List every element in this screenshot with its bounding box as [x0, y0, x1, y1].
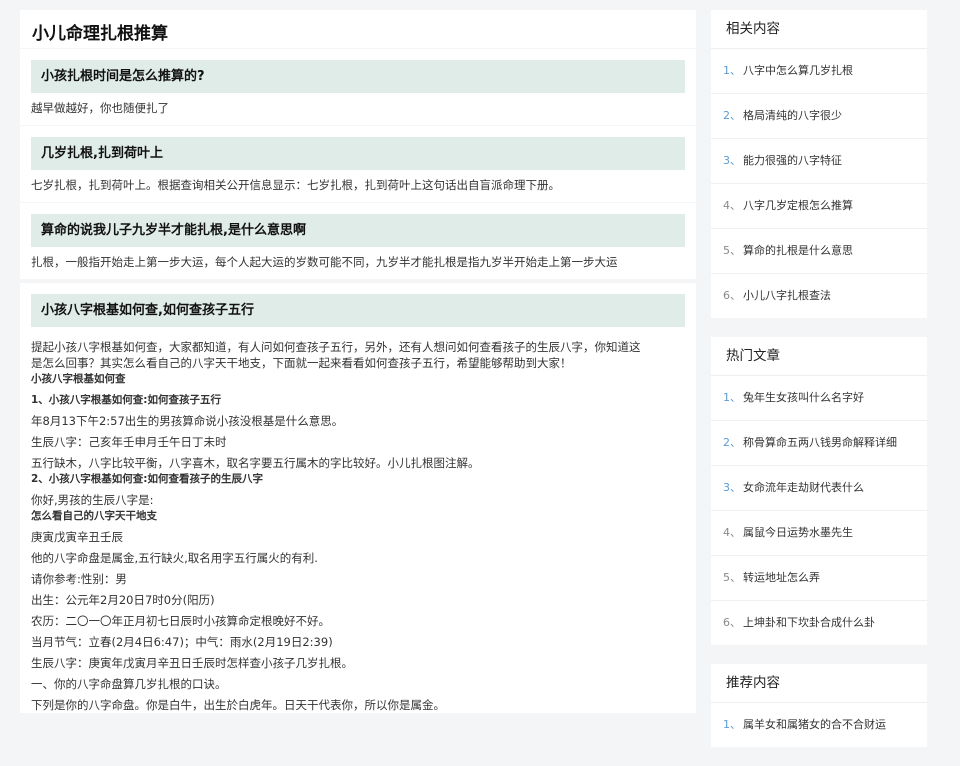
item-number: 1、	[723, 718, 741, 731]
article-heading[interactable]: 小孩八字根基如何查,如何查孩子五行	[31, 294, 685, 327]
article-paragraph: 他的八字命盘是属金,五行缺火,取名用字五行属火的有利.	[31, 551, 318, 565]
qa-block-3: 算命的说我儿子九岁半才能扎根,是什么意思啊 扎根，一般指开始走上第一步大运，每个…	[20, 203, 696, 279]
article-paragraph: 五行缺木，八字比较平衡，八字喜木，取名字要五行属木的字比较好。小儿扎根图注解。	[31, 456, 480, 470]
hot-item[interactable]: 2、 称骨算命五两八钱男命解释详细	[711, 421, 927, 466]
article-paragraph: 出生：公元年2月20日7时0分(阳历)	[31, 593, 215, 607]
item-label: 上坤卦和下坎卦合成什么卦	[743, 616, 875, 629]
qa-question[interactable]: 几岁扎根,扎到荷叶上	[31, 137, 685, 170]
related-content-card: 相关内容 1、 八字中怎么算几岁扎根 2、 格局清纯的八字很少 3、 能力很强的八字特…	[711, 10, 927, 318]
item-label: 小儿八字扎根查法	[743, 289, 831, 302]
related-item[interactable]: 2、 格局清纯的八字很少	[711, 94, 927, 139]
item-number: 6、	[723, 289, 741, 302]
related-item[interactable]: 4、 八字几岁定根怎么推算	[711, 184, 927, 229]
article-subheading: 怎么看自己的八字天干地支	[31, 510, 157, 522]
article-paragraph: 一、你的八字命盘算几岁扎根的口诀。	[31, 677, 227, 691]
article-paragraph: 下列是你的八字命盘。你是白牛，出生於白虎年。日天干代表你，所以你是属金。	[31, 698, 445, 712]
item-number: 5、	[723, 571, 741, 584]
related-item[interactable]: 3、 能力很强的八字特征	[711, 139, 927, 184]
related-item[interactable]: 1、 八字中怎么算几岁扎根	[711, 49, 927, 94]
article-intro: 提起小孩八字根基如何查，大家都知道，有人问如何查孩子五行，另外，还有人想问如何查…	[31, 340, 641, 354]
item-number: 3、	[723, 154, 741, 167]
sidebar: 相关内容 1、 八字中怎么算几岁扎根 2、 格局清纯的八字很少 3、 能力很强的八字特…	[711, 10, 927, 766]
item-number: 2、	[723, 436, 741, 449]
article-paragraph: 农历：二〇一〇年正月初七日辰时小孩算命定根晚好不好。	[31, 614, 330, 628]
hot-articles-title: 热门文章	[711, 337, 927, 376]
item-number: 2、	[723, 109, 741, 122]
item-number: 5、	[723, 244, 741, 257]
article-paragraph: 生辰八字：庚寅年戊寅月辛丑日壬辰时怎样查小孩子几岁扎根。	[31, 656, 353, 670]
item-label: 女命流年走劫财代表什么	[743, 481, 864, 494]
item-label: 八字几岁定根怎么推算	[743, 199, 853, 212]
article-paragraph: 请你参考:性别：男	[31, 572, 127, 586]
item-label: 属羊女和属猪女的合不合财运	[743, 718, 886, 731]
item-number: 4、	[723, 199, 741, 212]
main-column: 小儿命理扎根推算 小孩扎根时间是怎么推算的? 越早做越好，你也随便扎了 几岁扎根…	[20, 10, 696, 718]
article-body: 提起小孩八字根基如何查，大家都知道，有人问如何查孩子五行，另外，还有人想问如何查…	[31, 327, 685, 713]
item-label: 能力很强的八字特征	[743, 154, 842, 167]
hot-item[interactable]: 3、 女命流年走劫财代表什么	[711, 466, 927, 511]
item-number: 4、	[723, 526, 741, 539]
qa-block-2: 几岁扎根,扎到荷叶上 七岁扎根，扎到荷叶上。根据查询相关公开信息显示：七岁扎根，…	[20, 126, 696, 202]
hot-item[interactable]: 1、 兔年生女孩叫什么名字好	[711, 376, 927, 421]
qa-question[interactable]: 小孩扎根时间是怎么推算的?	[31, 60, 685, 93]
item-label: 属鼠今日运势水墨先生	[743, 526, 853, 539]
article-paragraph: 你好,男孩的生辰八字是:	[31, 493, 154, 507]
related-content-title: 相关内容	[711, 10, 927, 49]
article-paragraph: 庚寅戊寅辛丑壬辰	[31, 530, 123, 544]
item-number: 1、	[723, 391, 741, 404]
article-paragraph: 年8月13下午2:57出生的男孩算命说小孩没根基是什么意思。	[31, 414, 344, 428]
title-card: 小儿命理扎根推算	[20, 10, 696, 48]
recommended-title: 推荐内容	[711, 664, 927, 703]
item-number: 3、	[723, 481, 741, 494]
article-subheading: 2、小孩八字根基如何查:如何查看孩子的生辰八字	[31, 473, 264, 485]
article-block: 小孩八字根基如何查,如何查孩子五行 提起小孩八字根基如何查，大家都知道，有人问如…	[20, 283, 696, 713]
item-label: 转运地址怎么弄	[743, 571, 820, 584]
qa-question[interactable]: 算命的说我儿子九岁半才能扎根,是什么意思啊	[31, 214, 685, 247]
page: 小儿命理扎根推算 小孩扎根时间是怎么推算的? 越早做越好，你也随便扎了 几岁扎根…	[0, 0, 960, 747]
item-label: 称骨算命五两八钱男命解释详细	[743, 436, 897, 449]
item-label: 八字中怎么算几岁扎根	[743, 64, 853, 77]
hot-articles-card: 热门文章 1、 兔年生女孩叫什么名字好 2、 称骨算命五两八钱男命解释详细 3、 女命…	[711, 337, 927, 645]
item-label: 兔年生女孩叫什么名字好	[743, 391, 864, 404]
item-label: 算命的扎根是什么意思	[743, 244, 853, 257]
article-intro: 是怎么回事？其实怎么看自己的八字天干地支，下面就一起来看看如何查孩子五行，希望能…	[31, 356, 572, 370]
hot-item[interactable]: 5、 转运地址怎么弄	[711, 556, 927, 601]
article-paragraph: 生辰八字：己亥年壬申月壬午日丁未时	[31, 435, 227, 449]
hot-item[interactable]: 6、 上坤卦和下坎卦合成什么卦	[711, 601, 927, 645]
article-subheading: 1、小孩八字根基如何查:如何查孩子五行	[31, 394, 222, 406]
item-label: 格局清纯的八字很少	[743, 109, 842, 122]
recommended-item[interactable]: 1、 属羊女和属猪女的合不合财运	[711, 703, 927, 747]
page-title: 小儿命理扎根推算	[32, 24, 168, 44]
related-item[interactable]: 5、 算命的扎根是什么意思	[711, 229, 927, 274]
qa-answer: 七岁扎根，扎到荷叶上。根据查询相关公开信息显示：七岁扎根，扎到荷叶上这句话出自盲…	[31, 178, 560, 192]
hot-item[interactable]: 4、 属鼠今日运势水墨先生	[711, 511, 927, 556]
item-number: 1、	[723, 64, 741, 77]
article-subheading: 小孩八字根基如何查	[31, 373, 126, 385]
qa-answer: 扎根，一般指开始走上第一步大运，每个人起大运的岁数可能不同，九岁半才能扎根是指九…	[31, 255, 618, 269]
qa-answer: 越早做越好，你也随便扎了	[31, 101, 169, 115]
qa-block-1: 小孩扎根时间是怎么推算的? 越早做越好，你也随便扎了	[20, 49, 696, 125]
item-number: 6、	[723, 616, 741, 629]
recommended-card: 推荐内容 1、 属羊女和属猪女的合不合财运	[711, 664, 927, 747]
article-paragraph: 当月节气：立春(2月4日6:47)；中气：雨水(2月19日2:39)	[31, 635, 333, 649]
related-item[interactable]: 6、 小儿八字扎根查法	[711, 274, 927, 318]
